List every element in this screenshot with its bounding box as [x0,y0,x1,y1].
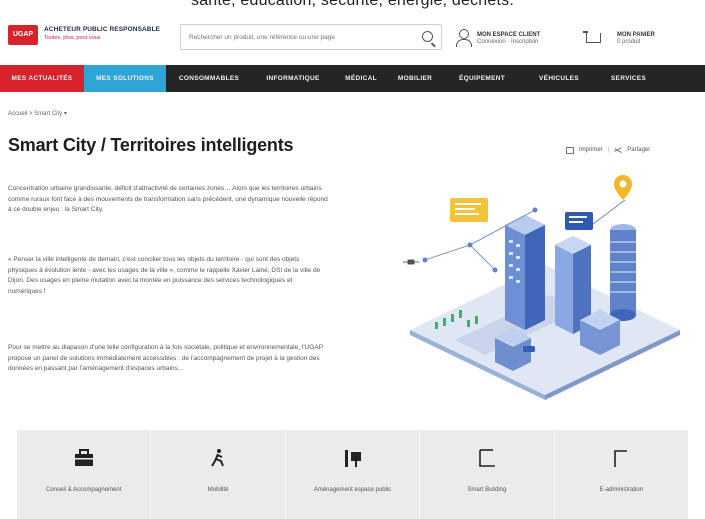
share-icon[interactable] [614,146,622,154]
nav-item-actualites[interactable]: MES ACTUALITÉS [0,65,84,92]
intro-paragraph: Concentration urbaine grandissante, défi… [8,185,328,214]
account-link[interactable]: MON ESPACE CLIENT Connexion · Inscriptio… [455,26,540,50]
solution-label: E-administration [599,487,643,493]
brand-tagline: ACHETEUR PUBLIC RESPONSABLE Toutes, plus… [44,26,160,41]
main-nav: MES ACTUALITÉS MES SOLUTIONS CONSOMMABLE… [0,65,705,92]
cart-link[interactable]: MON PANIER 0 produit [583,26,655,50]
screen-icon [614,450,628,467]
nav-item-consommables[interactable]: CONSOMMABLES [166,65,252,92]
smart-city-illustration [403,175,680,400]
page-title: Smart City / Territoires intelligents [8,135,294,155]
nav-item-informatique[interactable]: INFORMATIQUE [252,65,334,92]
solutions-grid: Conseil & Accompagnement Mobilité Aménag… [17,430,688,519]
account-title: MON ESPACE CLIENT [477,31,541,38]
print-link[interactable]: Imprimer [579,147,603,153]
site-header: UGAP ACHETEUR PUBLIC RESPONSABLE Toutes,… [0,11,705,63]
solution-label: Mobilité [207,487,229,493]
quote-paragraph: « Penser la ville intelligente de demain… [8,256,321,295]
cart-title: MON PANIER [617,31,655,38]
search-box [180,24,442,50]
solution-amenagement[interactable]: Aménagement espace public [286,430,421,519]
breadcrumb[interactable]: Accueil > Smart City ▾ [8,110,67,117]
solution-smart-building[interactable]: Smart Building [420,430,555,519]
solution-label: Conseil & Accompagnement [46,487,122,493]
nav-item-mobilier[interactable]: MOBILIER [388,65,442,92]
solution-label: Aménagement espace public [313,487,392,493]
nav-item-vehicules[interactable]: VÉHICULES [522,65,596,92]
top-strip-text: santé, éducation, sécurité, énergie, déc… [191,0,514,9]
brand-line-2: Toutes, plus, pour vous [44,35,101,41]
building-icon [479,449,495,467]
walking-person-icon [211,449,225,467]
nav-item-equipement[interactable]: ÉQUIPEMENT [442,65,522,92]
page-actions: Imprimer | Partager [566,146,650,154]
nav-item-medical[interactable]: MÉDICAL [334,65,388,92]
street-furniture-icon [344,450,361,467]
solution-e-administration[interactable]: E-administration [555,430,688,519]
briefcase-icon [74,449,93,466]
nav-item-services[interactable]: SERVICES [596,65,661,92]
user-icon [455,28,472,48]
share-link[interactable]: Partager [627,147,650,153]
brand-line-1: ACHETEUR PUBLIC RESPONSABLE [44,26,161,33]
cart-icon [583,30,601,46]
offer-paragraph: Pour se mettre au diapason d'une telle c… [8,344,323,373]
print-icon[interactable] [566,146,574,154]
account-subtitle: Connexion · Inscription [477,38,539,45]
cart-count: 0 produit [617,38,641,45]
cropped-top-text: santé, éducation, sécurité, énergie, déc… [0,0,705,11]
search-input[interactable] [181,25,411,49]
search-icon[interactable] [422,31,433,42]
solution-mobilite[interactable]: Mobilité [151,430,286,519]
actions-divider: | [607,147,610,153]
ugap-logo[interactable]: UGAP [8,25,38,45]
solution-conseil[interactable]: Conseil & Accompagnement [17,430,152,519]
solution-label: Smart Building [467,487,507,493]
nav-item-solutions[interactable]: MES SOLUTIONS [84,65,166,92]
